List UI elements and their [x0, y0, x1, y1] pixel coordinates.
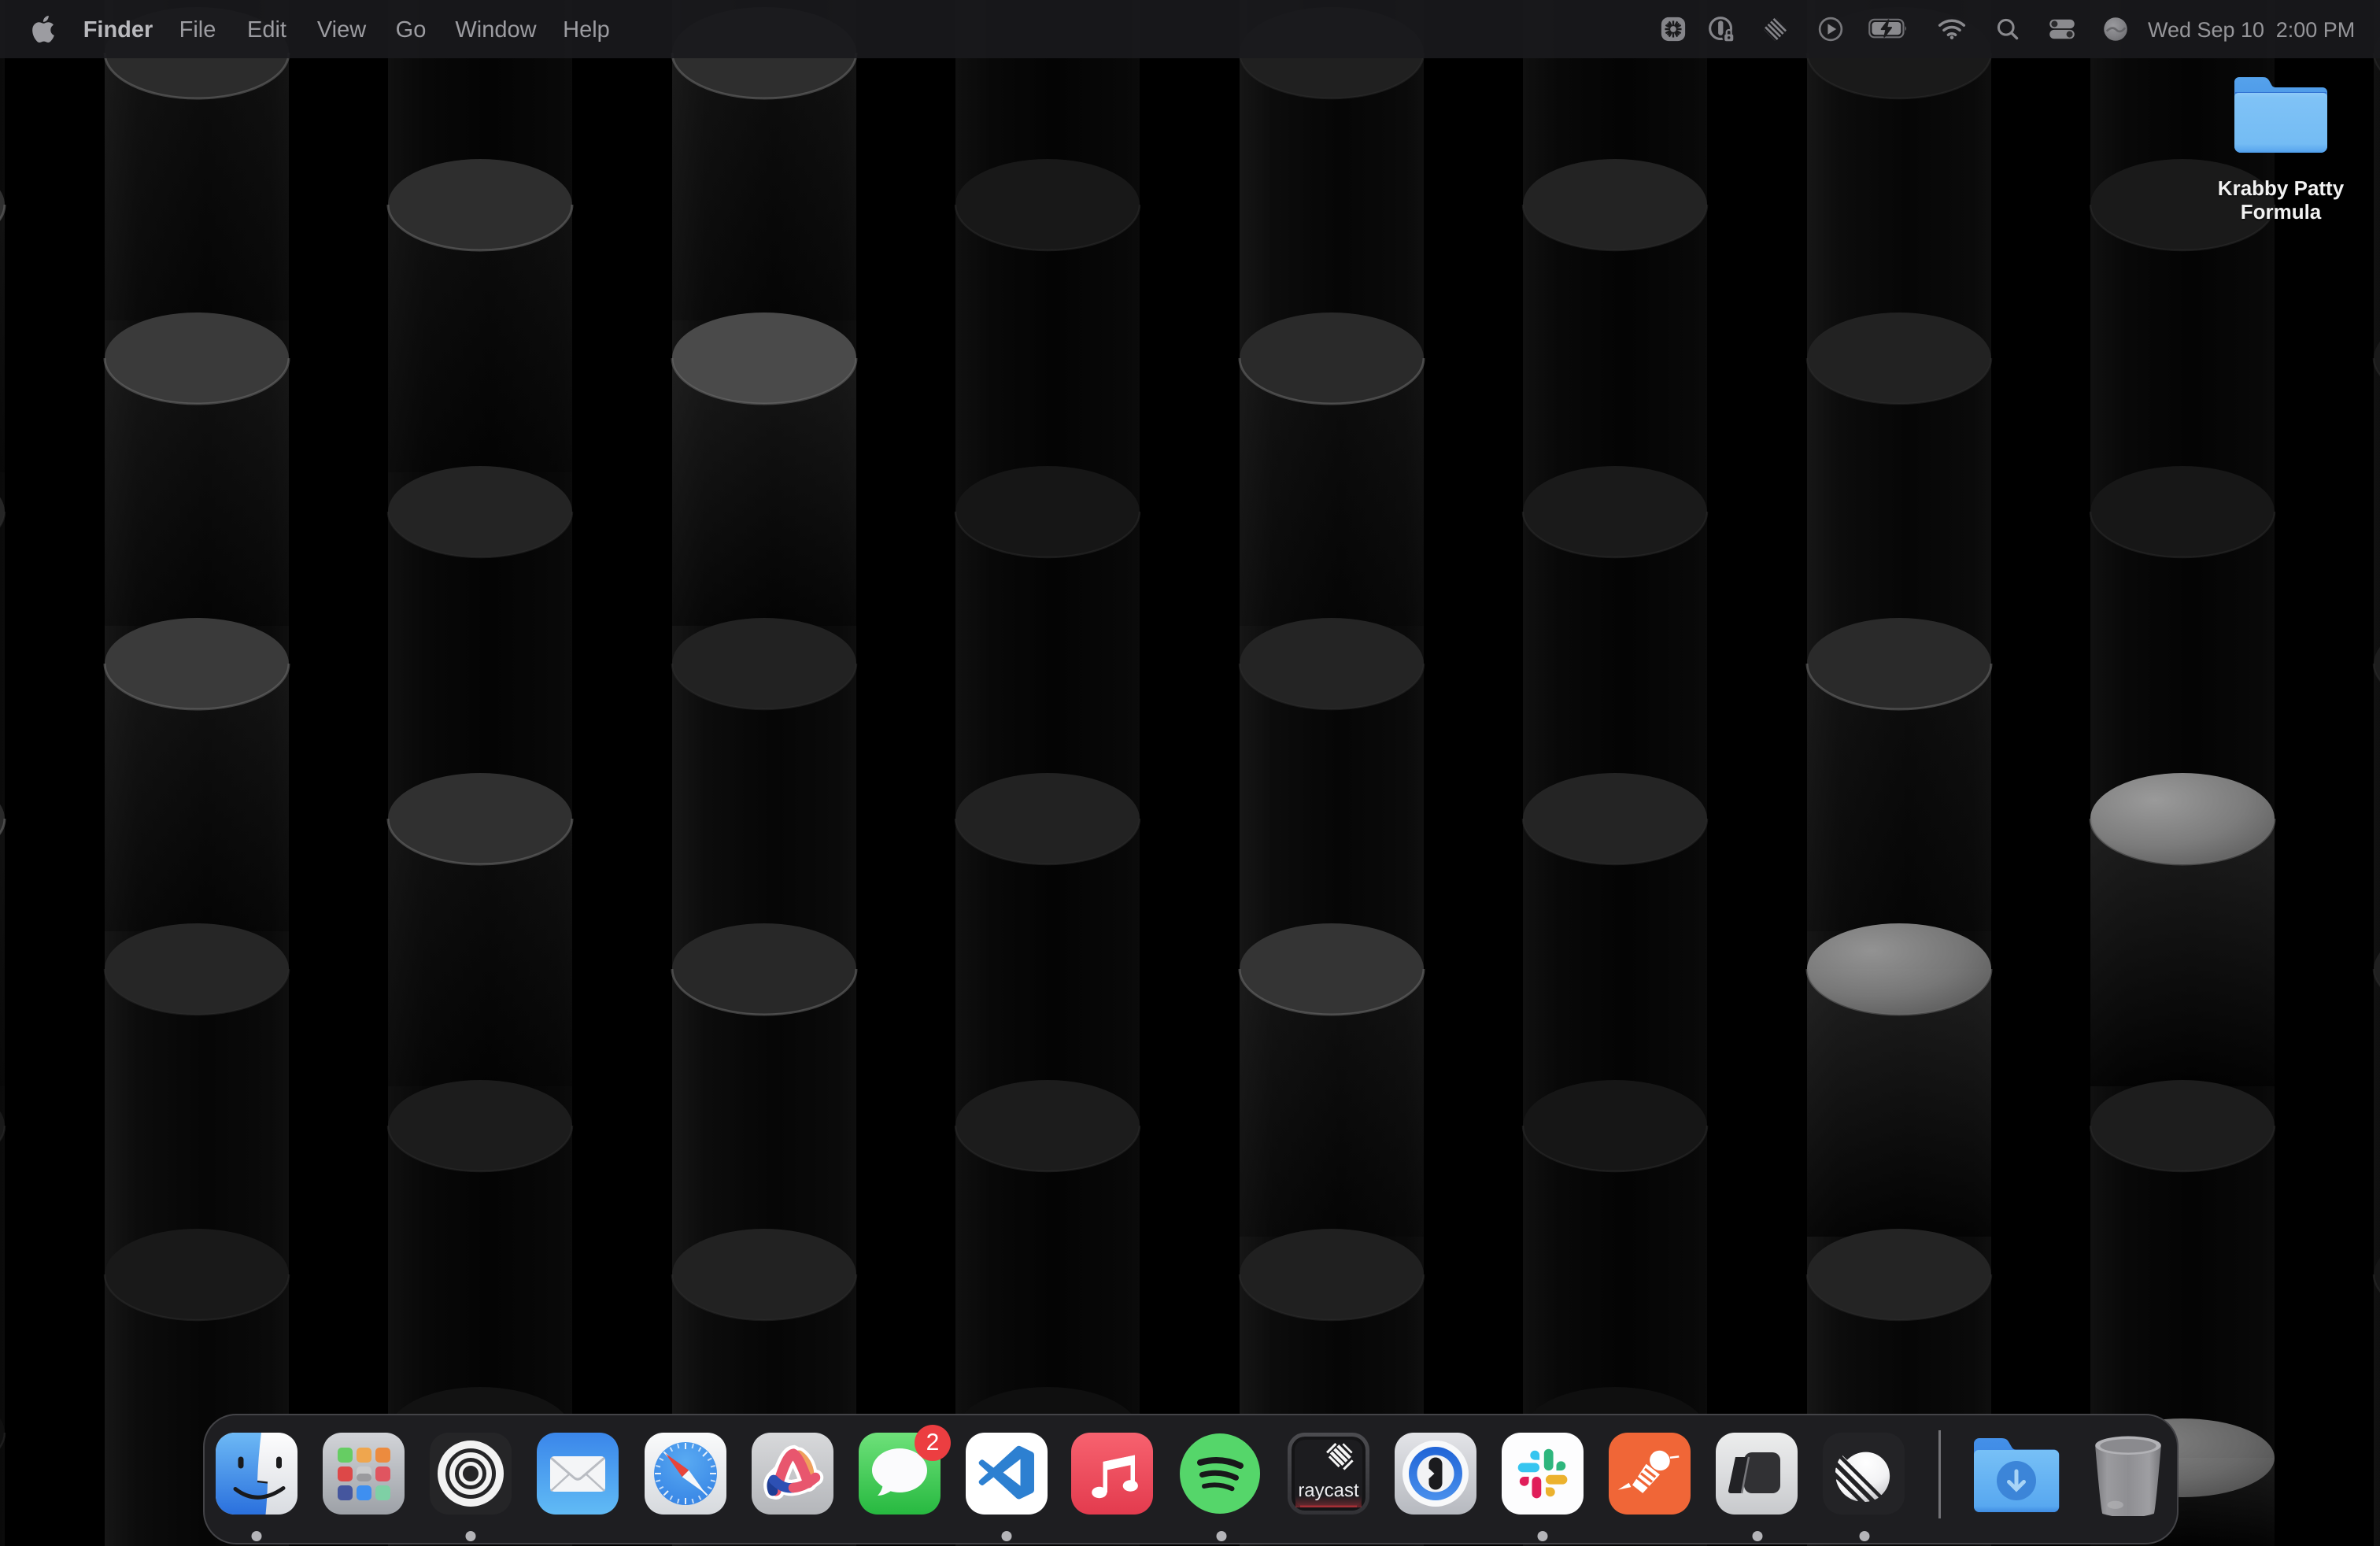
svg-text:raycast: raycast	[1298, 1480, 1359, 1501]
